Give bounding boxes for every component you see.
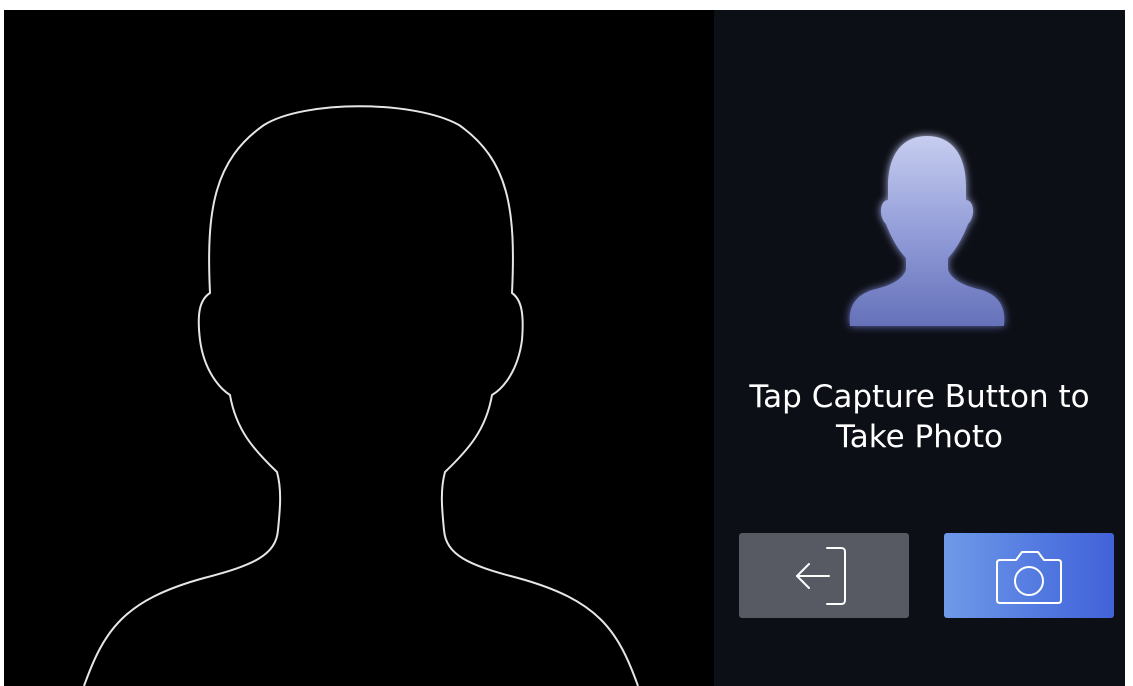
camera-preview xyxy=(4,10,714,686)
person-avatar-icon xyxy=(849,136,1005,326)
capture-instruction: Tap Capture Button to Take Photo xyxy=(714,377,1125,457)
camera-icon xyxy=(996,550,1062,604)
exit-arrow-icon xyxy=(796,546,846,605)
face-capture-screen: Tap Capture Button to Take Photo xyxy=(4,10,1125,686)
face-guide-outline xyxy=(83,105,639,686)
side-panel: Tap Capture Button to Take Photo xyxy=(714,10,1125,686)
capture-button[interactable] xyxy=(944,533,1114,618)
exit-button[interactable] xyxy=(739,533,909,618)
instruction-line-2: Take Photo xyxy=(835,419,1003,455)
instruction-line-1: Tap Capture Button to xyxy=(749,379,1090,415)
